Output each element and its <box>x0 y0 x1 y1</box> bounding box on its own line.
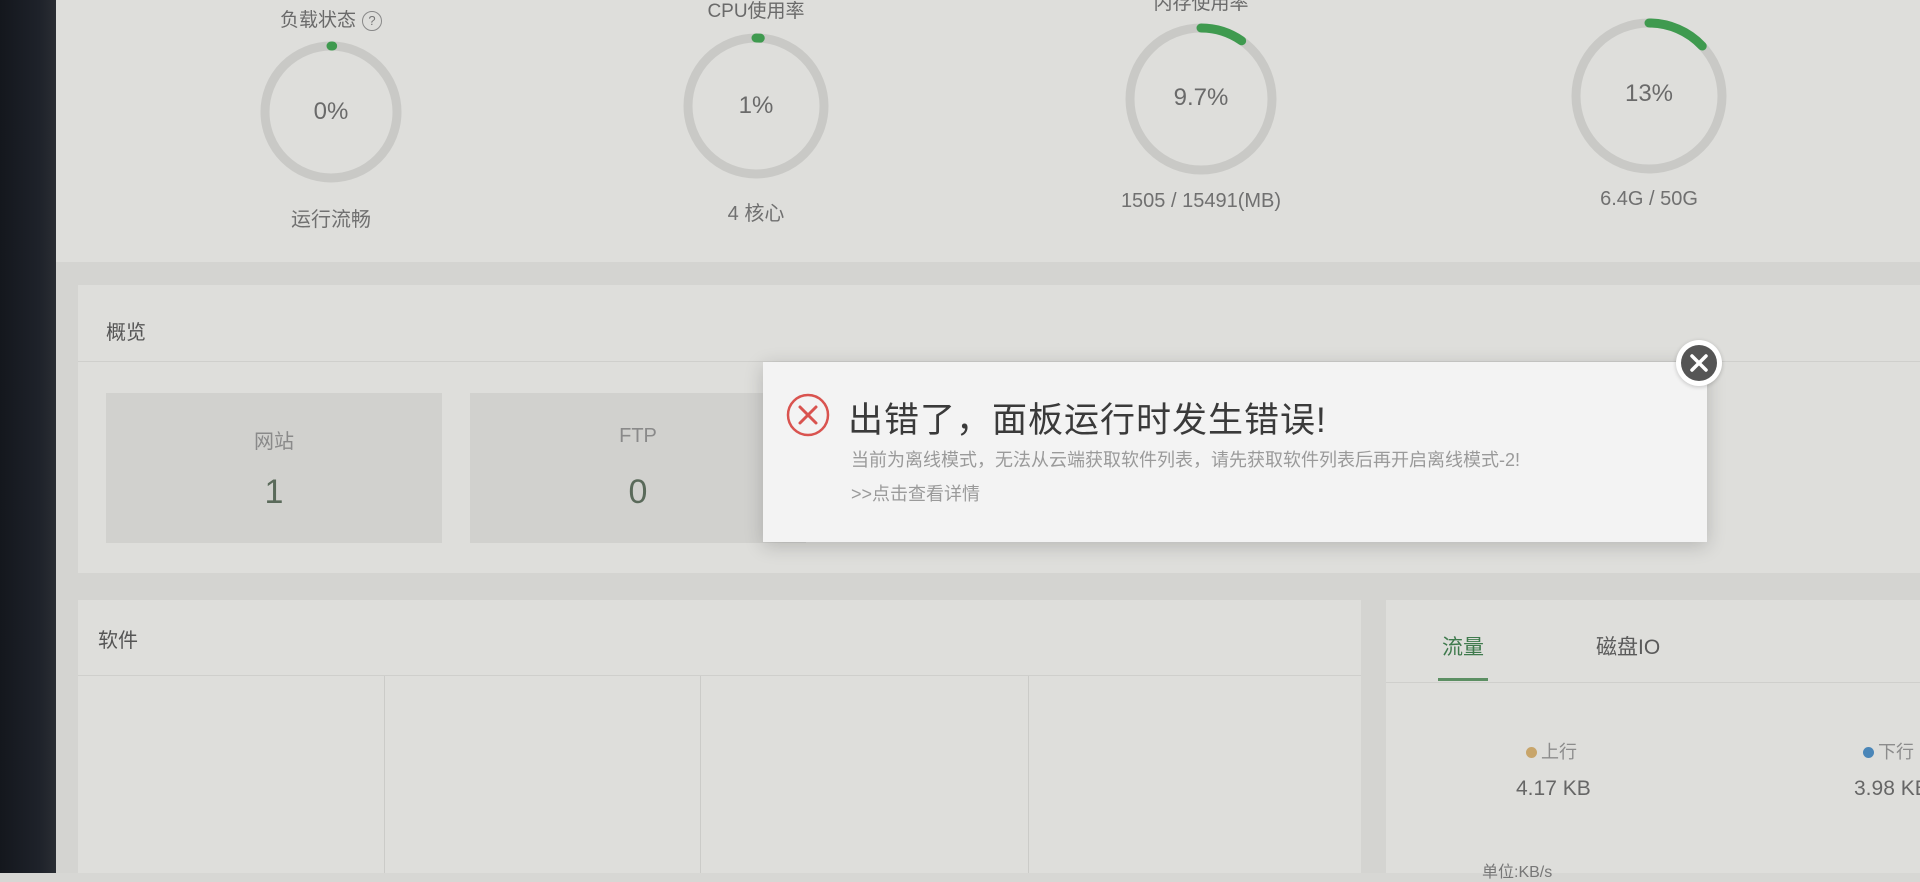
grid-divider <box>1028 676 1029 873</box>
gauge-subtitle: 运行流畅 <box>291 209 371 231</box>
tab-traffic[interactable]: 流量 <box>1442 631 1484 661</box>
gauge-title: 负载状态 <box>279 10 356 31</box>
error-message: 当前为离线模式，无法从云端获取软件列表，请先获取软件列表后再开启离线模式-2! <box>851 450 1521 470</box>
error-circle-icon <box>786 393 830 437</box>
software-panel: 软件 <box>78 600 1361 873</box>
gauge-subtitle: 1505 / 15491(MB) <box>1120 190 1282 212</box>
gauge-disk: 13% 6.4G / 50G <box>1534 0 1764 240</box>
download-dot-icon <box>1863 747 1874 758</box>
stat-card-ftp[interactable]: FTP 0 <box>470 393 806 543</box>
unit-label: 单位:KB/s <box>1482 864 1553 881</box>
upload-dot-icon <box>1526 747 1537 758</box>
help-icon[interactable]: ? <box>362 11 382 31</box>
view-details-link[interactable]: >>点击查看详情 <box>851 480 980 506</box>
grid-divider <box>700 676 701 873</box>
legend-label: 上行 <box>1541 742 1577 762</box>
gauge-subtitle: 4 核心 <box>727 203 785 225</box>
stat-label: 网站 <box>254 431 294 453</box>
gauge-subtitle: 6.4G / 50G <box>1600 188 1698 210</box>
stat-label: FTP <box>619 425 657 447</box>
stat-card-website[interactable]: 网站 1 <box>106 393 442 543</box>
divider <box>1386 682 1920 683</box>
gauge-percent: 13% <box>1624 80 1674 107</box>
software-grid <box>78 676 1361 873</box>
section-title: 概览 <box>106 322 146 344</box>
tab-disk-io[interactable]: 磁盘IO <box>1596 631 1660 661</box>
stat-value: 1 <box>264 473 284 511</box>
error-title: 出错了，面板运行时发生错误! <box>848 401 1327 440</box>
legend-label: 下行 <box>1878 742 1914 762</box>
gauge-title: CPU使用率 <box>707 1 805 22</box>
download-value: 3.98 KB <box>1854 777 1920 800</box>
gauge-percent: 9.7% <box>1173 84 1229 111</box>
gauge-memory: 内存使用率 9.7% 1505 / 15491(MB) <box>1056 0 1346 240</box>
grid-divider <box>384 676 385 873</box>
device-bezel <box>0 0 56 873</box>
gauge-cpu: CPU使用率 1% 4 核心 <box>641 0 871 240</box>
gauge-title: 内存使用率 <box>1153 0 1249 14</box>
close-icon <box>1690 354 1708 372</box>
upload-value: 4.17 KB <box>1516 777 1591 800</box>
legend-download: 下行 <box>1863 738 1914 764</box>
traffic-panel: 流量 磁盘IO 上行 4.17 KB 下行 3.98 KB 单位:KB/s <box>1386 600 1920 881</box>
section-title: 软件 <box>98 630 138 652</box>
status-panel: 负载状态? 0% 运行流畅 CPU使用率 1% 4 核心 内存使用率 9.7% … <box>56 0 1920 262</box>
tab-underline <box>1438 678 1488 681</box>
gauge-percent: 1% <box>738 92 774 119</box>
stat-value: 0 <box>628 473 648 511</box>
gauge-percent: 0% <box>313 98 349 125</box>
error-dialog: 出错了，面板运行时发生错误! 当前为离线模式，无法从云端获取软件列表，请先获取软… <box>763 362 1707 542</box>
gauge-load: 负载状态? 0% 运行流畅 <box>216 0 446 240</box>
dialog-close-button[interactable] <box>1676 340 1722 386</box>
legend-upload: 上行 <box>1526 738 1577 764</box>
